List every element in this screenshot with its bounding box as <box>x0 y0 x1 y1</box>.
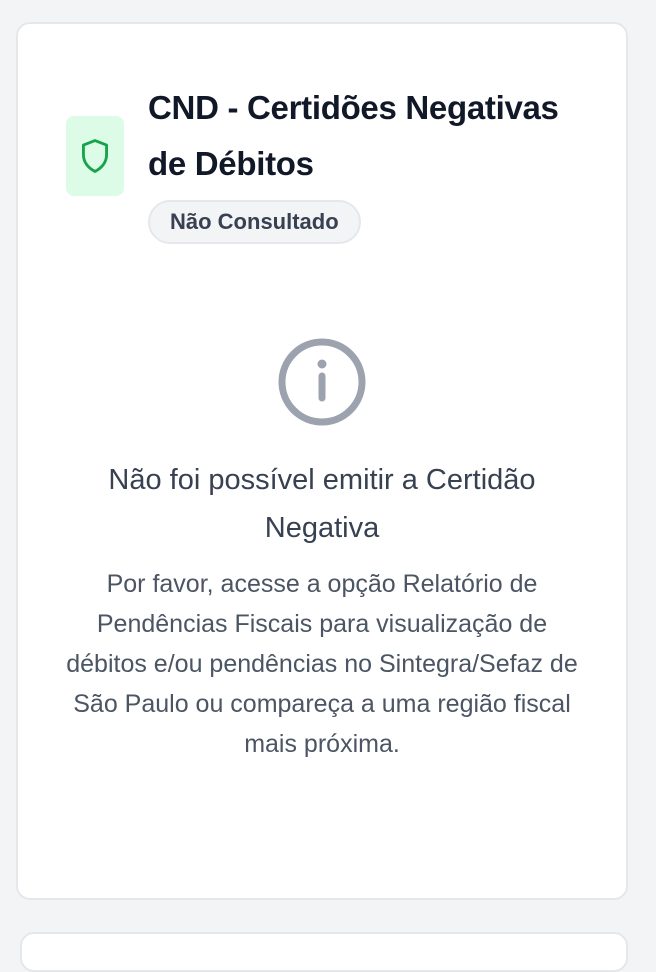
cnd-card: CND - Certidões Negativas de Débitos Não… <box>16 22 628 900</box>
card-title: CND - Certidões Negativas de Débitos <box>148 89 559 182</box>
status-message: Por favor, acesse a opção Relatório de P… <box>66 570 578 758</box>
header-text: CND - Certidões Negativas de Débitos Não… <box>148 80 602 244</box>
shield-icon-tile <box>66 116 124 196</box>
next-card-edge <box>20 932 628 972</box>
status-block: Não foi possível emitir a Certidão Negat… <box>18 336 626 764</box>
shield-icon <box>82 139 108 173</box>
status-badge: Não Consultado <box>148 200 361 244</box>
card-header: CND - Certidões Negativas de Débitos Não… <box>66 80 602 244</box>
status-heading: Não foi possível emitir a Certidão Negat… <box>108 464 536 544</box>
info-circle-icon <box>278 338 366 426</box>
